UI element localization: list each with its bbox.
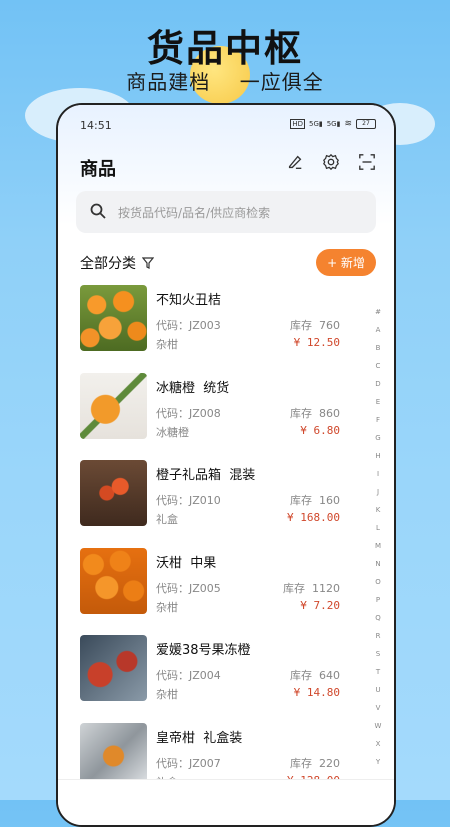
alphabet-index-letter[interactable]: M bbox=[375, 537, 381, 555]
product-list-item[interactable]: 冰糖橙 统货 代码：JZ008 库存 860 冰糖橙 ¥ 6.80 bbox=[80, 371, 352, 459]
product-category: 冰糖橙 bbox=[156, 425, 189, 439]
product-list-item[interactable]: 爱媛38号果冻橙 代码：JZ004 库存 640 杂柑 ¥ 14.80 bbox=[80, 633, 352, 721]
product-code: 代码：JZ010 bbox=[156, 494, 221, 507]
alphabet-index-letter[interactable]: X bbox=[376, 735, 381, 753]
alphabet-index-letter[interactable]: J bbox=[377, 483, 379, 501]
product-stock: 库存 760 bbox=[290, 319, 340, 332]
alphabet-index-letter[interactable]: I bbox=[377, 465, 379, 483]
search-input[interactable]: 按货品代码/品名/供应商检索 bbox=[76, 191, 376, 233]
product-name: 冰糖橙 统货 bbox=[156, 380, 230, 396]
product-code: 代码：JZ008 bbox=[156, 406, 221, 420]
product-name: 不知火丑桔 bbox=[156, 293, 222, 308]
product-category: 礼盒 bbox=[156, 513, 178, 526]
product-list-item[interactable]: 沃柑 中果 代码：JZ005 库存 1120 杂柑 ¥ 7.20 bbox=[80, 546, 352, 634]
product-price: ¥ 6.80 bbox=[300, 423, 340, 437]
category-filter[interactable]: 全部分类 bbox=[80, 253, 154, 273]
product-name: 沃柑 中果 bbox=[156, 555, 217, 571]
filter-icon bbox=[142, 257, 154, 269]
status-time: 14:51 bbox=[80, 119, 112, 132]
product-code: 代码：JZ003 bbox=[156, 319, 221, 332]
alphabet-index-letter[interactable]: N bbox=[375, 555, 380, 573]
product-code: 代码：JZ005 bbox=[156, 581, 221, 595]
product-category: 杂柑 bbox=[156, 688, 178, 701]
product-image bbox=[80, 635, 147, 701]
product-category: 杂柑 bbox=[156, 600, 178, 614]
product-stock: 库存 220 bbox=[290, 756, 340, 770]
alphabet-index-letter[interactable]: Q bbox=[375, 609, 381, 627]
alphabet-index-letter[interactable]: S bbox=[376, 645, 380, 663]
product-list-item[interactable]: 不知火丑桔 代码：JZ003 库存 760 杂柑 ¥ 12.50 bbox=[80, 283, 352, 371]
alphabet-index-letter[interactable]: U bbox=[375, 681, 380, 699]
product-category: 杂柑 bbox=[156, 338, 178, 351]
alphabet-index-letter[interactable]: P bbox=[376, 591, 380, 609]
battery-icon: 27 bbox=[356, 119, 376, 129]
alphabet-index-letter[interactable]: Y bbox=[376, 753, 380, 771]
product-image bbox=[80, 372, 147, 439]
product-list: 不知火丑桔 代码：JZ003 库存 760 杂柑 ¥ 12.50 冰糖橙 统货 … bbox=[80, 283, 352, 808]
alphabet-index-letter[interactable]: W bbox=[375, 717, 382, 735]
phone-frame: 14:51 HD 5G▮ 5G▮ ≋ 27 商品 按货品代码/品名/供应商检索 … bbox=[56, 103, 396, 827]
wifi-icon: ≋ bbox=[344, 119, 352, 129]
signal-icon: 5G▮ bbox=[308, 120, 323, 128]
alphabet-index-letter[interactable]: B bbox=[376, 339, 381, 357]
edit-icon[interactable] bbox=[286, 153, 304, 171]
status-bar: 14:51 HD 5G▮ 5G▮ ≋ 27 bbox=[58, 113, 394, 133]
product-list-item[interactable]: 橙子礼品箱 混装 代码：JZ010 库存 160 礼盒 ¥ 168.00 bbox=[80, 458, 352, 546]
product-price: ¥ 168.00 bbox=[287, 511, 340, 524]
category-filter-label: 全部分类 bbox=[80, 256, 136, 272]
alphabet-index-letter[interactable]: # bbox=[375, 303, 381, 321]
alphabet-index-letter[interactable]: H bbox=[375, 447, 380, 465]
product-stock: 库存 160 bbox=[290, 494, 340, 507]
product-name: 橙子礼品箱 混装 bbox=[156, 468, 256, 483]
product-price: ¥ 14.80 bbox=[293, 686, 340, 699]
alphabet-index-letter[interactable]: E bbox=[376, 393, 380, 411]
product-stock: 库存 860 bbox=[290, 406, 340, 420]
status-icons: HD 5G▮ 5G▮ ≋ 27 bbox=[290, 119, 376, 129]
alphabet-index-letter[interactable]: K bbox=[376, 501, 381, 519]
product-stock: 库存 640 bbox=[290, 669, 340, 682]
alphabet-index-letter[interactable]: A bbox=[376, 321, 381, 339]
product-price: ¥ 12.50 bbox=[293, 336, 340, 349]
bottom-nav bbox=[58, 779, 394, 825]
product-image bbox=[80, 547, 147, 614]
product-name: 爱媛38号果冻橙 bbox=[156, 643, 251, 658]
hd-icon: HD bbox=[290, 119, 305, 129]
page-title: 商品 bbox=[80, 159, 116, 180]
product-name: 皇帝柑 礼盒装 bbox=[156, 730, 243, 746]
alphabet-index-letter[interactable]: C bbox=[376, 357, 381, 375]
search-icon bbox=[90, 203, 106, 219]
alphabet-index-letter[interactable]: V bbox=[376, 699, 381, 717]
product-code: 代码：JZ004 bbox=[156, 669, 221, 682]
alphabet-index-letter[interactable]: D bbox=[375, 375, 380, 393]
header-actions bbox=[286, 153, 376, 171]
product-code: 代码：JZ007 bbox=[156, 756, 221, 770]
alphabet-index-letter[interactable]: L bbox=[376, 519, 380, 537]
signal-2-icon: 5G▮ bbox=[326, 120, 341, 128]
scan-icon[interactable] bbox=[358, 153, 376, 171]
promo-subtitle: 商品建档 一应俱全 bbox=[126, 70, 324, 94]
alphabet-index-letter[interactable]: T bbox=[376, 663, 380, 681]
product-price: ¥ 7.20 bbox=[300, 598, 340, 612]
alphabet-index-letter[interactable]: R bbox=[376, 627, 381, 645]
product-image bbox=[80, 285, 147, 351]
add-product-button[interactable]: + 新增 bbox=[316, 249, 376, 276]
promo-title: 货品中枢 bbox=[147, 27, 303, 70]
alphabet-index-letter[interactable]: O bbox=[375, 573, 381, 591]
alphabet-index-letter[interactable]: F bbox=[376, 411, 380, 429]
alphabet-index-letter[interactable]: G bbox=[375, 429, 380, 447]
product-stock: 库存 1120 bbox=[283, 581, 340, 595]
gear-icon[interactable] bbox=[322, 153, 340, 171]
product-image bbox=[80, 460, 147, 526]
alphabet-index[interactable]: # A B C D E F G H I J K L M N O P Q R S T U V W X Y bbox=[371, 303, 385, 771]
search-placeholder: 按货品代码/品名/供应商检索 bbox=[118, 206, 271, 220]
